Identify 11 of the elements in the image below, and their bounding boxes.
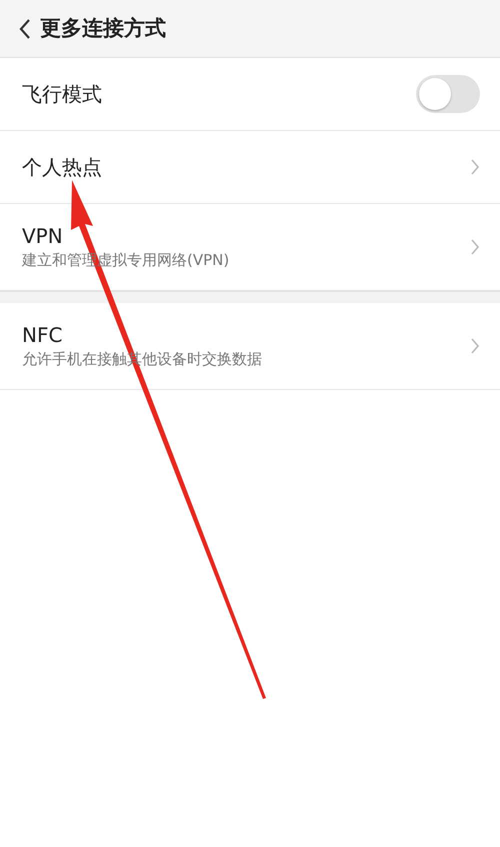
row-title: NFC <box>22 322 64 347</box>
row-title: 个人热点 <box>22 155 102 179</box>
page-title: 更多连接方式 <box>40 14 166 42</box>
chevron-icon <box>470 158 480 176</box>
back-button[interactable] <box>18 16 32 40</box>
chevron-icon <box>470 238 480 256</box>
chevron-icon <box>470 337 480 355</box>
settings-row[interactable]: 飞行模式 <box>0 58 500 131</box>
row-title: VPN <box>22 224 64 248</box>
toggle-switch[interactable] <box>416 75 480 113</box>
row-title: 飞行模式 <box>22 82 102 106</box>
